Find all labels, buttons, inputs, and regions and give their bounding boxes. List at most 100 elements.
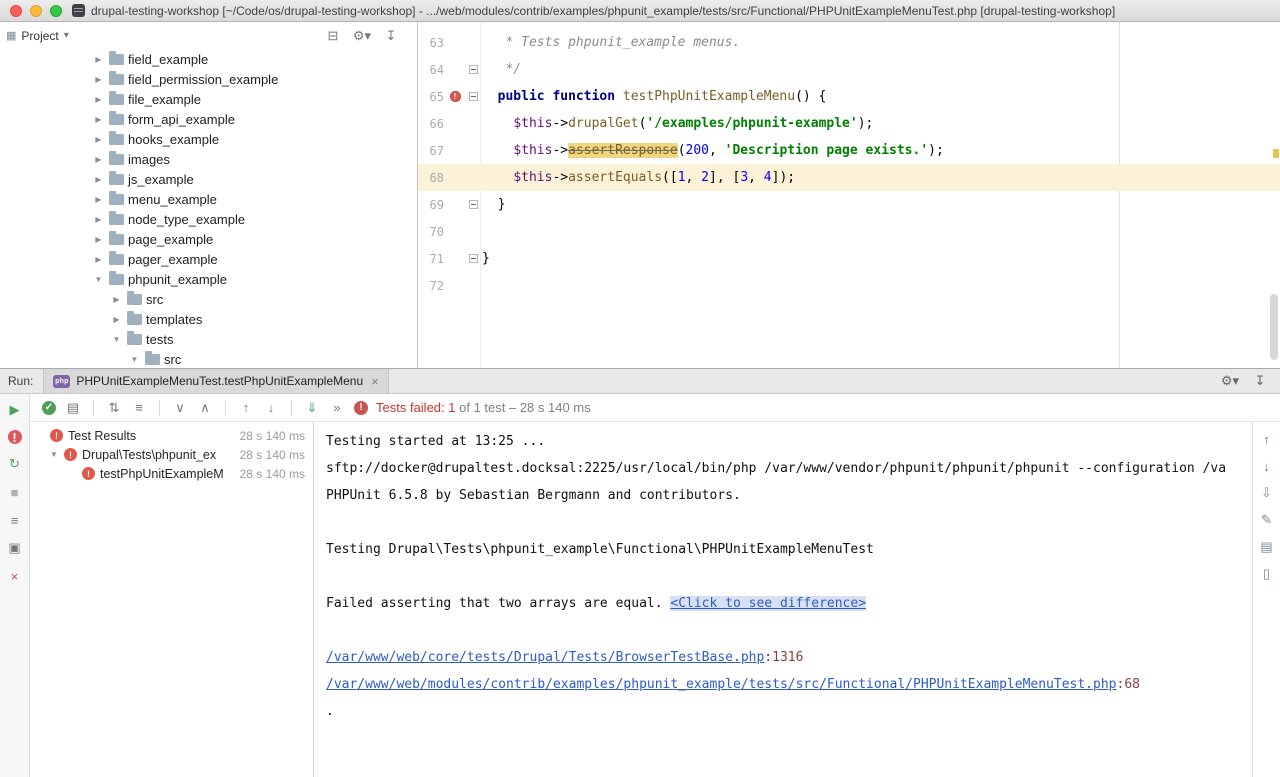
chevron-right-icon[interactable]: ▶ bbox=[93, 115, 104, 124]
console-text: . bbox=[326, 704, 334, 719]
fold-icon[interactable] bbox=[469, 65, 478, 74]
chevron-right-icon[interactable]: ▶ bbox=[93, 195, 104, 204]
chevron-down-icon[interactable]: ▾ bbox=[64, 30, 69, 41]
chevron-right-icon[interactable]: ▶ bbox=[93, 255, 104, 264]
code-line[interactable]: 69 } bbox=[418, 191, 1280, 218]
tests-failed-icon: ! bbox=[354, 401, 368, 415]
sort-alphabetically-icon[interactable]: ≡ bbox=[131, 400, 147, 416]
see-difference-link[interactable]: <Click to see difference> bbox=[670, 596, 866, 611]
tree-item-pager_example[interactable]: ▶pager_example bbox=[0, 249, 417, 269]
chevron-down-icon[interactable]: ▼ bbox=[129, 355, 140, 364]
tree-item-file_example[interactable]: ▶file_example bbox=[0, 89, 417, 109]
folder-icon bbox=[109, 234, 124, 245]
editor-scrollbar[interactable] bbox=[1270, 294, 1278, 360]
chevron-down-icon[interactable]: ▼ bbox=[93, 275, 104, 284]
show-ignored-icon[interactable]: ▤ bbox=[65, 400, 81, 416]
rerun-failed-tests-icon[interactable]: ! bbox=[8, 430, 22, 444]
editor-gutter: 63 bbox=[418, 29, 480, 56]
fold-icon[interactable] bbox=[469, 254, 478, 263]
fold-icon[interactable] bbox=[469, 92, 478, 101]
chevron-down-icon[interactable]: ▼ bbox=[111, 335, 122, 344]
chevron-right-icon[interactable]: ▶ bbox=[93, 215, 104, 224]
run-split: !Test Results28 s 140 ms▼!Drupal\Tests\p… bbox=[30, 422, 1280, 777]
hide-panel-icon[interactable]: ↧ bbox=[1252, 373, 1268, 389]
tree-item-page_example[interactable]: ▶page_example bbox=[0, 229, 417, 249]
expand-all-icon[interactable]: ∨ bbox=[172, 400, 188, 416]
code-line[interactable]: 67 $this->assertResponse(200, 'Descripti… bbox=[418, 137, 1280, 164]
clear-all-icon[interactable]: ▯ bbox=[1259, 566, 1275, 582]
hide-passed-icon[interactable]: ✓ bbox=[42, 401, 56, 415]
stack-trace-link[interactable]: /var/www/web/modules/contrib/examples/ph… bbox=[326, 677, 1117, 692]
fold-icon[interactable] bbox=[469, 200, 478, 209]
chevron-right-icon[interactable]: ▶ bbox=[93, 55, 104, 64]
folder-icon bbox=[127, 334, 142, 345]
close-window-button[interactable] bbox=[10, 5, 22, 17]
more-options-icon[interactable]: » bbox=[329, 400, 345, 416]
code-line[interactable]: 66 $this->drupalGet('/examples/phpunit-e… bbox=[418, 110, 1280, 137]
tree-item-label: menu_example bbox=[128, 192, 217, 207]
previous-failed-test-icon[interactable]: ↑ bbox=[238, 400, 254, 416]
restore-layout-icon[interactable]: ≡ bbox=[7, 512, 23, 528]
chevron-right-icon[interactable]: ▶ bbox=[93, 235, 104, 244]
tree-item-form_api_example[interactable]: ▶form_api_example bbox=[0, 109, 417, 129]
up-the-stack-trace-icon[interactable]: ↑ bbox=[1259, 431, 1275, 447]
console-output[interactable]: Testing started at 13:25 ...sftp://docke… bbox=[314, 422, 1252, 777]
print-icon[interactable]: ▤ bbox=[1259, 539, 1275, 555]
tree-item-js_example[interactable]: ▶js_example bbox=[0, 169, 417, 189]
settings-gear-icon[interactable]: ⚙▾ bbox=[354, 28, 370, 44]
stop-icon[interactable]: ■ bbox=[7, 484, 23, 500]
code-line[interactable]: 70 bbox=[418, 218, 1280, 245]
code-line[interactable]: 63 * Tests phpunit_example menus. bbox=[418, 29, 1280, 56]
chevron-right-icon[interactable]: ▶ bbox=[111, 315, 122, 324]
minimize-window-button[interactable] bbox=[30, 5, 42, 17]
code-line[interactable]: 68 $this->assertEquals([1, 2], [3, 4]); bbox=[418, 164, 1280, 191]
chevron-right-icon[interactable]: ▶ bbox=[93, 155, 104, 164]
import-test-results-icon[interactable]: ⇓ bbox=[304, 400, 320, 416]
pin-tab-icon[interactable]: ▣ bbox=[7, 540, 23, 556]
code-line[interactable]: 65 public function testPhpUnitExampleMen… bbox=[418, 83, 1280, 110]
code-text: } bbox=[480, 245, 490, 272]
tree-item-field_permission_example[interactable]: ▶field_permission_example bbox=[0, 69, 417, 89]
run-tab[interactable]: php PHPUnitExampleMenuTest.testPhpUnitEx… bbox=[43, 369, 388, 393]
close-tab-icon[interactable]: × bbox=[371, 374, 379, 389]
export-test-results-icon[interactable]: ⇩ bbox=[1259, 485, 1275, 501]
chevron-down-icon[interactable]: ▼ bbox=[50, 450, 64, 459]
settings-gear-icon[interactable]: ⚙▾ bbox=[1222, 373, 1238, 389]
tree-item-tests[interactable]: ▼tests bbox=[0, 329, 417, 349]
code-line[interactable]: 71} bbox=[418, 245, 1280, 272]
collapse-all-icon[interactable]: ⊟ bbox=[325, 28, 341, 44]
code-line[interactable]: 72 bbox=[418, 272, 1280, 299]
chevron-right-icon[interactable]: ▶ bbox=[93, 135, 104, 144]
test-tree-item[interactable]: !Test Results28 s 140 ms bbox=[30, 426, 313, 445]
tree-item-src[interactable]: ▶src bbox=[0, 289, 417, 309]
code-line[interactable]: 64 */ bbox=[418, 56, 1280, 83]
down-the-stack-trace-icon[interactable]: ↓ bbox=[1259, 458, 1275, 474]
chevron-right-icon[interactable]: ▶ bbox=[93, 75, 104, 84]
chevron-right-icon[interactable]: ▶ bbox=[111, 295, 122, 304]
hide-panel-icon[interactable]: ↧ bbox=[383, 28, 399, 44]
tree-item-images[interactable]: ▶images bbox=[0, 149, 417, 169]
tree-item-field_example[interactable]: ▶field_example bbox=[0, 49, 417, 69]
sort-by-duration-icon[interactable]: ⇅ bbox=[106, 400, 122, 416]
stack-trace-link[interactable]: /var/www/web/core/tests/Drupal/Tests/Bro… bbox=[326, 650, 764, 665]
toggle-auto-test-icon[interactable]: ↻ bbox=[7, 456, 23, 472]
rerun-test-icon[interactable]: ▶ bbox=[7, 402, 23, 418]
tree-item-menu_example[interactable]: ▶ menu_example bbox=[0, 189, 417, 209]
chevron-right-icon[interactable]: ▶ bbox=[93, 95, 104, 104]
test-tree-item[interactable]: ▼!Drupal\Tests\phpunit_ex28 s 140 ms bbox=[30, 445, 313, 464]
next-failed-test-icon[interactable]: ↓ bbox=[263, 400, 279, 416]
open-results-in-editor-icon[interactable]: ✎ bbox=[1259, 512, 1275, 528]
editor-pane[interactable]: 63 * Tests phpunit_example menus.64 */65… bbox=[418, 22, 1280, 368]
tree-item-phpunit_example[interactable]: ▼phpunit_example bbox=[0, 269, 417, 289]
warning-stripe-mark[interactable] bbox=[1273, 149, 1279, 158]
tree-item-hooks_example[interactable]: ▶hooks_example bbox=[0, 129, 417, 149]
tree-item-node_type_example[interactable]: ▶node_type_example bbox=[0, 209, 417, 229]
collapse-all-icon[interactable]: ∧ bbox=[197, 400, 213, 416]
zoom-window-button[interactable] bbox=[50, 5, 62, 17]
failed-test-run-marker-icon[interactable] bbox=[450, 91, 461, 102]
tree-item-templates[interactable]: ▶templates bbox=[0, 309, 417, 329]
test-tree-item[interactable]: !testPhpUnitExampleM28 s 140 ms bbox=[30, 464, 313, 483]
close-icon[interactable]: × bbox=[7, 568, 23, 584]
chevron-right-icon[interactable]: ▶ bbox=[93, 175, 104, 184]
tree-item-src[interactable]: ▼src bbox=[0, 349, 417, 368]
